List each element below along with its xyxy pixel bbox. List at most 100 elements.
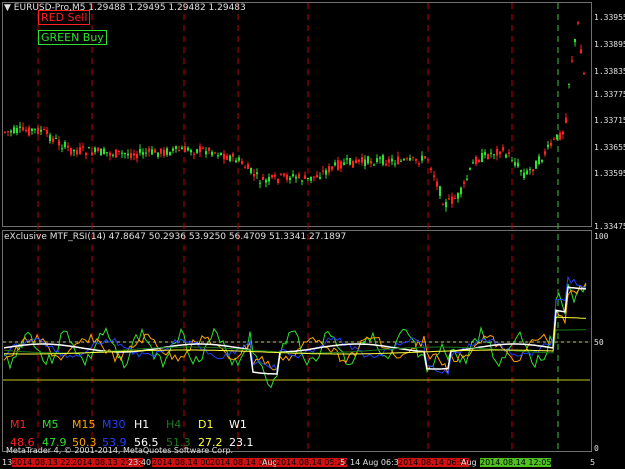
indicator-level-label: 0	[594, 444, 599, 453]
candle-body	[28, 127, 30, 136]
candle-body	[550, 142, 552, 146]
candle-body	[556, 134, 558, 140]
candle-body	[202, 147, 204, 149]
candle-body	[409, 158, 411, 161]
candle-body	[349, 158, 351, 165]
candle-body	[352, 160, 354, 168]
candle-body	[262, 176, 264, 180]
candle-body	[337, 160, 339, 170]
candle-body	[100, 149, 102, 156]
time-axis-label: 14 Aug 06:35	[350, 458, 404, 467]
candle-body	[574, 39, 576, 43]
candle-body	[292, 174, 294, 177]
candle-body	[76, 150, 78, 155]
candle-body	[298, 174, 300, 178]
time-axis-label: 2014.08.14 12:05	[480, 458, 552, 467]
time-axis-label: 5	[590, 458, 596, 467]
candle-body	[454, 198, 456, 200]
candle-body	[61, 148, 63, 150]
candle-body	[394, 163, 396, 165]
green-buy-button[interactable]: GREEN Buy	[38, 30, 107, 45]
candle-body	[529, 169, 531, 171]
candle-body	[460, 187, 462, 195]
candle-body	[241, 161, 243, 164]
candle-body	[322, 170, 324, 172]
candle-body	[52, 138, 54, 143]
candle-body	[133, 153, 135, 156]
candle-body	[295, 176, 297, 179]
candle-body	[490, 152, 492, 154]
time-axis-label: Aug	[461, 458, 477, 467]
copyright-text: MetaTrader 4, © 2001-2014, MetaQuotes So…	[6, 446, 234, 455]
candle-body	[253, 173, 255, 177]
candle-body	[316, 174, 318, 178]
candle-body	[130, 153, 132, 159]
candle-body	[304, 175, 306, 179]
tf-label-m15: M15	[72, 418, 96, 431]
candle-body	[13, 127, 15, 134]
candle-body	[94, 147, 96, 153]
candle-body	[442, 204, 444, 206]
candle-body	[391, 158, 393, 162]
candle-body	[250, 167, 252, 174]
time-axis-label: 2014.08.14 05:20	[276, 458, 348, 467]
candle-body	[364, 159, 366, 166]
candle-body	[43, 129, 45, 131]
candle-body	[4, 131, 6, 133]
candle-body	[64, 141, 66, 148]
candle-body	[388, 159, 390, 163]
candle-body	[265, 179, 267, 183]
candle-body	[448, 198, 450, 200]
candle-body	[91, 152, 93, 156]
candle-body	[334, 162, 336, 166]
candle-body	[346, 158, 348, 160]
candle-body	[547, 144, 549, 148]
candle-body	[421, 155, 423, 161]
candle-body	[289, 177, 291, 180]
candle-body	[382, 155, 384, 165]
price-label: 1.33715	[594, 116, 625, 125]
candle-body	[319, 176, 321, 179]
candle-body	[103, 148, 105, 155]
candle-body	[88, 147, 90, 149]
candle-body	[361, 157, 363, 163]
candle-body	[373, 164, 375, 166]
candle-body	[580, 49, 582, 54]
candle-body	[166, 148, 168, 155]
candle-body	[112, 154, 114, 156]
dropdown-arrow-icon[interactable]: ▼	[4, 3, 11, 13]
candle-body	[427, 159, 429, 161]
time-axis-label: 23:40	[128, 458, 152, 467]
candle-body	[418, 163, 420, 165]
candle-body	[568, 83, 570, 85]
candle-body	[562, 131, 564, 135]
candle-body	[259, 182, 261, 184]
candle-body	[154, 149, 156, 153]
candle-body	[118, 150, 120, 152]
candle-body	[463, 181, 465, 184]
price-label: 1.33655	[594, 143, 625, 152]
candle-body	[31, 128, 33, 131]
candle-body	[40, 129, 42, 132]
symbol-header: ▼ EURUSD-Pro,M5 1.29488 1.29495 1.29482 …	[4, 3, 246, 13]
candle-body	[436, 181, 438, 187]
candle-body	[430, 168, 432, 171]
indicator-level-label: 100	[594, 232, 609, 241]
candle-body	[397, 156, 399, 165]
candle-body	[67, 145, 69, 148]
candle-body	[229, 155, 231, 162]
candle-body	[310, 176, 312, 181]
candle-body	[148, 148, 150, 152]
candle-body	[553, 138, 555, 140]
candle-body	[439, 186, 441, 196]
candle-body	[520, 170, 522, 172]
candle-body	[478, 159, 480, 163]
candle-body	[457, 192, 459, 199]
candle-body	[160, 148, 162, 154]
candle-body	[109, 152, 111, 156]
candle-body	[313, 176, 315, 178]
candle-body	[25, 129, 27, 132]
price-label: 1.33775	[594, 90, 625, 99]
price-label: 1.33475	[594, 222, 625, 231]
candle-body	[220, 152, 222, 156]
